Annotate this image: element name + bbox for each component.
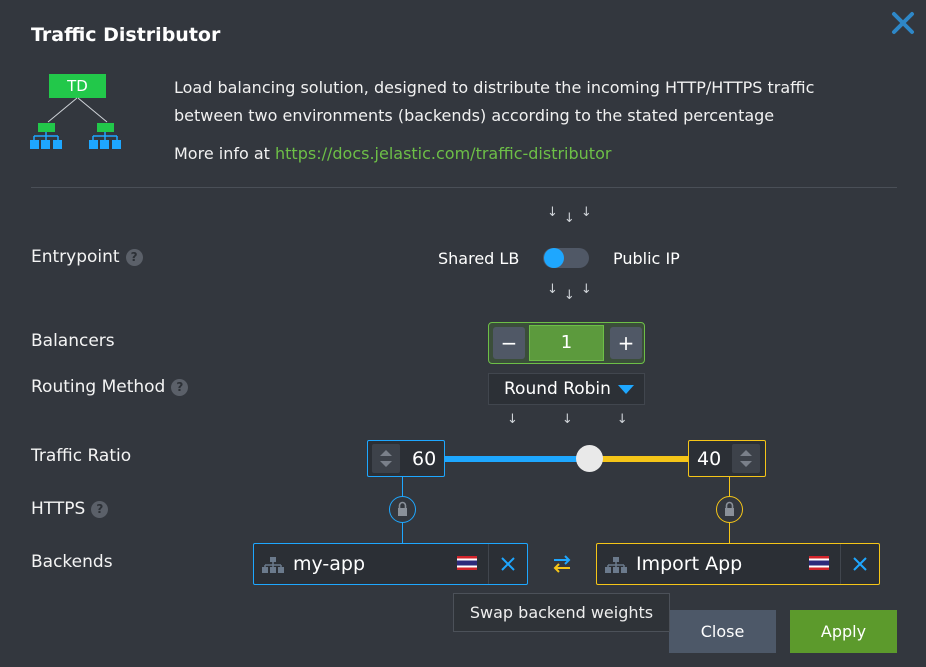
swap-icon[interactable] (549, 552, 575, 576)
flag-icon (809, 556, 829, 570)
more-info-prefix: More info at (174, 144, 276, 163)
public-ip-label: Public IP (613, 249, 680, 268)
left-backend-name: my-app (293, 553, 366, 575)
https-label: HTTPS (31, 499, 86, 519)
divider (31, 187, 897, 188)
lock-icon (398, 501, 407, 516)
traffic-ratio-label: Traffic Ratio (31, 446, 132, 466)
backends-label: Backends (31, 552, 113, 572)
help-icon[interactable]: ? (171, 379, 189, 396)
environment-icon (605, 557, 627, 573)
left-ratio-input[interactable]: 60 (367, 440, 445, 477)
logo-text: TD (66, 77, 88, 95)
right-backend-field[interactable]: Import App (596, 543, 880, 585)
close-icon[interactable] (890, 10, 916, 36)
right-ratio-input[interactable]: 40 (688, 440, 766, 477)
more-info: More info at https://docs.jelastic.com/t… (174, 144, 611, 163)
decrement-button[interactable]: − (493, 327, 525, 359)
balancers-value[interactable]: 1 (529, 325, 604, 361)
right-backend-name: Import App (636, 553, 743, 575)
lock-icon (725, 501, 734, 516)
swap-tooltip: Swap backend weights (453, 593, 670, 632)
routing-method-select[interactable]: Round Robin (488, 373, 645, 405)
dialog-title: Traffic Distributor (31, 24, 221, 46)
remove-icon (501, 557, 515, 571)
balancers-label: Balancers (31, 331, 115, 351)
increment-button[interactable]: + (610, 327, 642, 359)
entrypoint-row: Entrypoint? (31, 247, 143, 267)
entrypoint-toggle[interactable] (543, 248, 589, 268)
ratio-slider-right-track[interactable] (590, 456, 688, 462)
caret-down-icon (618, 385, 634, 394)
dialog-description: Load balancing solution, designed to dis… (174, 78, 815, 125)
help-icon[interactable]: ? (125, 249, 143, 266)
right-remove-button[interactable] (840, 544, 879, 584)
environment-icon (262, 557, 284, 573)
ratio-slider-thumb[interactable] (576, 445, 603, 472)
traffic-distributor-dialog: Traffic Distributor TD Load balancing so… (0, 0, 926, 667)
docs-link[interactable]: https://docs.jelastic.com/traffic-distri… (275, 144, 611, 163)
spinner-arrows-icon (380, 450, 392, 467)
entrypoint-label: Entrypoint (31, 247, 120, 267)
spinner-arrows-icon (740, 450, 752, 467)
ratio-slider-left-track[interactable] (445, 456, 590, 462)
help-icon[interactable]: ? (91, 501, 109, 518)
close-button[interactable]: Close (669, 610, 776, 653)
remove-icon (853, 557, 867, 571)
toggle-knob[interactable] (544, 248, 564, 268)
arrow-down-icon: ↓↓↓ (547, 205, 598, 226)
left-ratio-value: 60 (412, 448, 437, 470)
apply-button[interactable]: Apply (790, 610, 897, 653)
arrow-down-icon: ↓↓↓ (547, 282, 598, 303)
flag-icon (457, 556, 477, 570)
routing-label: Routing Method (31, 377, 166, 397)
left-backend-field[interactable]: my-app (253, 543, 528, 585)
left-ratio-spinner[interactable] (372, 444, 400, 473)
right-ratio-spinner[interactable] (732, 444, 760, 473)
right-https-lock[interactable] (716, 496, 743, 523)
balancers-stepper[interactable]: − 1 + (488, 322, 645, 364)
right-ratio-value: 40 (697, 448, 722, 470)
routing-method-value: Round Robin (504, 379, 611, 399)
shared-lb-label: Shared LB (438, 249, 520, 268)
https-row: HTTPS? (31, 499, 109, 519)
traffic-distributor-logo: TD (30, 74, 121, 149)
left-https-lock[interactable] (389, 496, 416, 523)
routing-row: Routing Method? (31, 377, 189, 397)
left-remove-button[interactable] (488, 544, 527, 584)
arrow-down-icon: ↓↓↓ (507, 412, 672, 427)
